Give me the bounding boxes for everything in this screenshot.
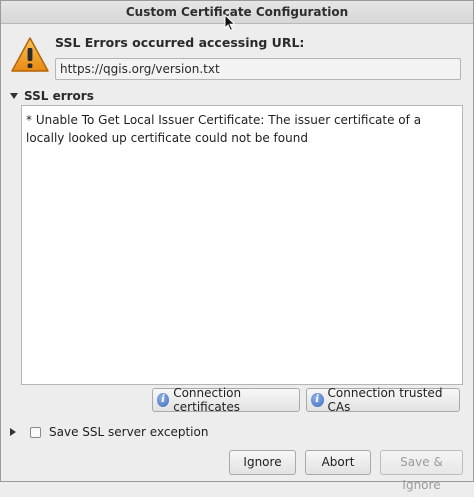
connection-certificates-label: Connection certificates: [173, 386, 242, 414]
connection-certificates-button[interactable]: i Connection certificates: [152, 386, 300, 414]
save-exception-row: Save SSL server exception: [10, 424, 208, 440]
save-exception-checkbox[interactable]: [30, 426, 41, 438]
save-exception-label[interactable]: Save SSL server exception: [49, 425, 208, 439]
info-icon: i: [157, 393, 170, 407]
info-icon: i: [311, 393, 324, 407]
save-ignore-button[interactable]: Save & Ignore: [380, 450, 463, 492]
mouse-cursor-icon: [224, 14, 236, 32]
window-title: Custom Certificate Configuration: [1, 1, 473, 24]
certificate-dialog: Custom Certificate Configuration SSL Err…: [0, 0, 474, 492]
connection-trusted-cas-button[interactable]: i Connection trusted CAs: [306, 386, 460, 414]
ssl-error-heading: SSL Errors occurred accessing URL:: [55, 35, 305, 50]
ignore-button[interactable]: Ignore: [229, 450, 296, 475]
expand-arrow-icon[interactable]: [10, 428, 16, 436]
warning-icon: [11, 37, 49, 72]
collapse-arrow-icon: [10, 93, 18, 99]
ssl-errors-text[interactable]: * Unable To Get Local Issuer Certificate…: [21, 105, 463, 385]
ssl-errors-toggle[interactable]: SSL errors: [10, 88, 94, 104]
connection-trusted-cas-label: Connection trusted CAs: [327, 386, 443, 414]
ssl-errors-label: SSL errors: [24, 89, 94, 103]
url-field[interactable]: https://qgis.org/version.txt: [55, 58, 461, 80]
abort-button[interactable]: Abort: [305, 450, 371, 475]
